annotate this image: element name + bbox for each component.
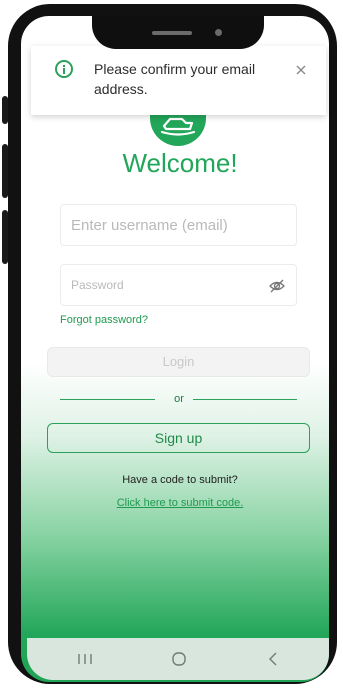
forgot-password-link[interactable]: Forgot password? <box>60 314 148 326</box>
power-key <box>2 210 8 264</box>
info-icon <box>55 60 73 78</box>
home-icon[interactable] <box>149 638 209 680</box>
toast-message: Please confirm your email address. <box>94 61 256 97</box>
recent-apps-icon[interactable] <box>55 638 115 680</box>
signup-button[interactable]: Sign up <box>47 423 310 453</box>
volume-key <box>2 96 8 124</box>
divider-line <box>60 399 155 400</box>
password-field[interactable] <box>60 264 297 306</box>
front-camera <box>215 29 222 36</box>
divider-text: or <box>174 393 184 405</box>
divider-line <box>193 399 297 400</box>
code-prompt: Have a code to submit? <box>122 474 238 486</box>
camera-notch <box>92 16 264 49</box>
username-input[interactable] <box>61 205 266 245</box>
back-icon[interactable] <box>243 638 303 680</box>
welcome-heading: Welcome! <box>122 148 238 178</box>
close-icon[interactable] <box>293 62 309 78</box>
login-button[interactable]: Login <box>47 347 310 377</box>
email-confirm-toast: Please confirm your email address. <box>31 46 326 115</box>
system-nav-bar <box>27 638 329 680</box>
username-field[interactable] <box>60 204 297 246</box>
eye-off-icon[interactable] <box>268 277 286 295</box>
volume-key <box>2 144 8 198</box>
speaker-grille <box>152 31 192 35</box>
password-input[interactable] <box>61 265 266 305</box>
submit-code-link[interactable]: Click here to submit code. <box>80 497 280 509</box>
